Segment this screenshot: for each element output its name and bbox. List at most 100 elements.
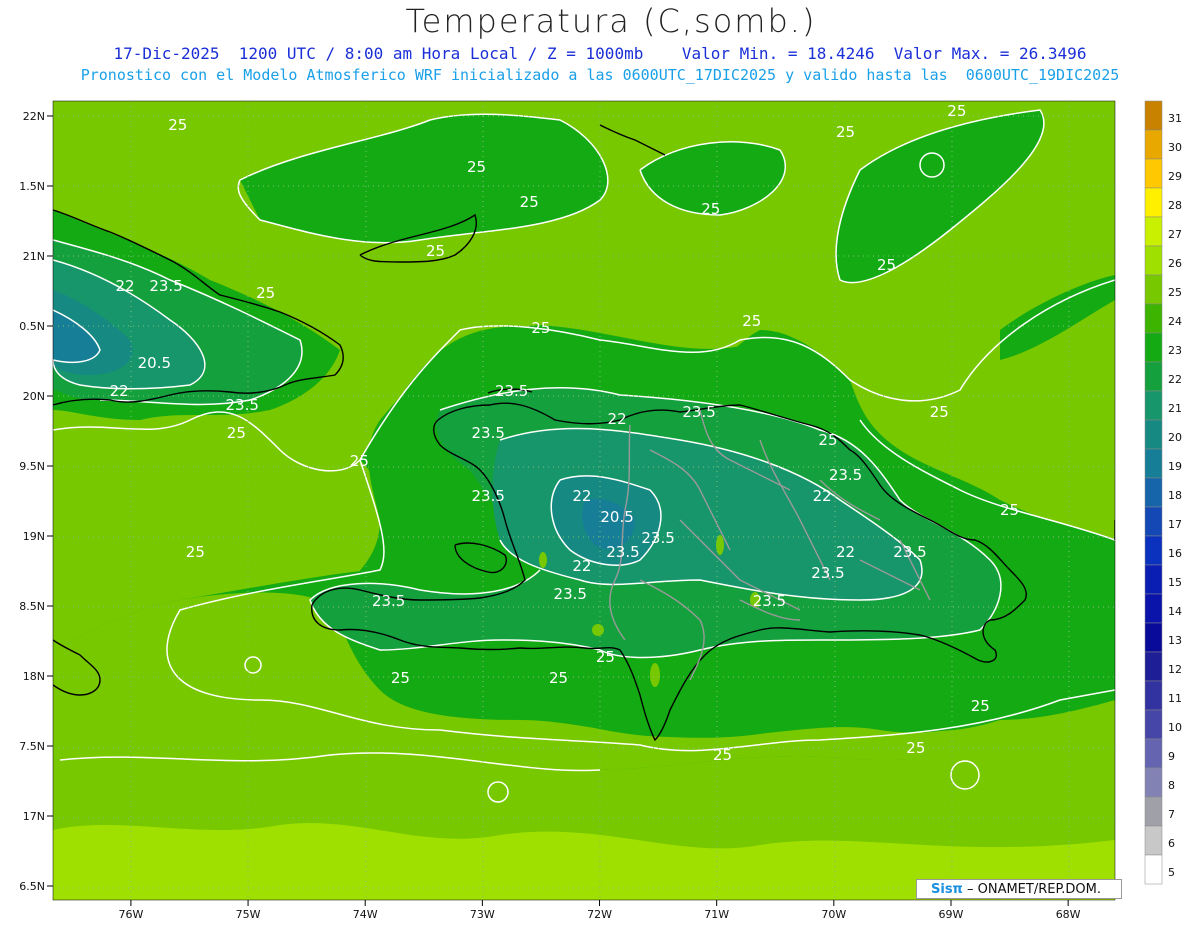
- contour-label: 25: [256, 284, 275, 302]
- contour-label: 25: [186, 543, 205, 561]
- lon-tick-label: 69W: [939, 908, 964, 921]
- legend-swatch: [1144, 187, 1163, 218]
- contour-label: 23.5: [829, 466, 862, 484]
- legend-label: 13: [1168, 634, 1182, 647]
- legend-swatch: [1144, 129, 1163, 160]
- contour-label: 20.5: [600, 508, 633, 526]
- contour-label: 25: [168, 116, 187, 134]
- legend-swatch: [1144, 854, 1163, 885]
- contour-label: 25: [520, 193, 539, 211]
- credit-text: – ONAMET/REP.DOM.: [966, 882, 1102, 897]
- legend-swatch: [1144, 216, 1163, 247]
- contour-label: 22: [836, 543, 855, 561]
- lat-tick-label: 17N: [23, 810, 45, 823]
- legend-swatch: [1144, 738, 1163, 769]
- legend-label: 28: [1168, 199, 1182, 212]
- legend-label: 23: [1168, 344, 1182, 357]
- lon-tick-label: 73W: [470, 908, 495, 921]
- contour-label: 25: [930, 403, 949, 421]
- lat-tick-label: 9.5N: [19, 460, 45, 473]
- legend-label: 24: [1168, 315, 1182, 328]
- legend-label: 19: [1168, 460, 1182, 473]
- lon-tick-label: 70W: [821, 908, 846, 921]
- contour-label: 20.5: [138, 354, 171, 372]
- legend-swatch: [1144, 593, 1163, 624]
- lat-tick-label: 20N: [23, 390, 45, 403]
- lat-tick-label: 8.5N: [19, 600, 45, 613]
- legend-label: 7: [1168, 808, 1175, 821]
- legend-swatch: [1144, 535, 1163, 566]
- legend-swatch: [1144, 303, 1163, 334]
- contour-label: 25: [701, 200, 720, 218]
- lon-tick-label: 75W: [236, 908, 261, 921]
- contour-label: 25: [467, 158, 486, 176]
- contour-label: 25: [227, 424, 246, 442]
- warm-spot: [592, 624, 604, 636]
- lon-tick-label: 74W: [353, 908, 378, 921]
- legend-swatch: [1144, 361, 1163, 392]
- contour-label: 23.5: [472, 424, 505, 442]
- contour-label: 25: [742, 312, 761, 330]
- legend-label: 22: [1168, 373, 1182, 386]
- lon-tick-label: 72W: [587, 908, 612, 921]
- legend-swatch: [1144, 506, 1163, 537]
- legend-label: 14: [1168, 605, 1182, 618]
- contour-label: 23.5: [226, 396, 259, 414]
- legend-swatch: [1144, 477, 1163, 508]
- contour-label: 25: [391, 669, 410, 687]
- latitude-axis: 22N 1.5N 21N 0.5N 20N 9.5N 19N 8.5N 18N 7.5N 17N 6.…: [19, 110, 53, 893]
- lat-tick-label: 1.5N: [19, 180, 45, 193]
- contour-label: 23.5: [641, 529, 674, 547]
- legend-label: 26: [1168, 257, 1182, 270]
- legend-label: 20: [1168, 431, 1182, 444]
- longitude-axis: 76W 75W 74W 73W 72W 71W 70W 69W 68W: [118, 900, 1081, 921]
- color-legend: 31 30 29 28 27 26 25 24 23 22 21 20 19 18 17 16 15 14 13 12…: [1144, 100, 1182, 885]
- legend-label: 30: [1168, 141, 1182, 154]
- contour-label: 23.5: [472, 487, 505, 505]
- lat-tick-label: 18N: [23, 670, 45, 683]
- lon-tick-label: 71W: [704, 908, 729, 921]
- contour-label: 25: [818, 431, 837, 449]
- contour-label: 25: [596, 648, 615, 666]
- legend-swatch: [1144, 245, 1163, 276]
- legend-swatch: [1144, 825, 1163, 856]
- contour-label: 23.5: [495, 382, 528, 400]
- contour-label: 22: [813, 487, 832, 505]
- lat-tick-label: 0.5N: [19, 320, 45, 333]
- temperature-map: 22N 1.5N 21N 0.5N 20N 9.5N 19N 8.5N 18N 7.5N 17N 6.…: [19, 100, 1182, 921]
- legend-swatch: [1144, 390, 1163, 421]
- warm-spot: [650, 663, 660, 687]
- legend-label: 16: [1168, 547, 1182, 560]
- contour-label: 25: [531, 319, 550, 337]
- legend-swatch: [1144, 796, 1163, 827]
- legend-swatch: [1144, 767, 1163, 798]
- contour-label: 23.5: [753, 592, 786, 610]
- legend-swatch: [1144, 332, 1163, 363]
- legend-swatch: [1144, 158, 1163, 189]
- contour-label: 25: [426, 242, 445, 260]
- legend-label: 17: [1168, 518, 1182, 531]
- contour-label: 25: [971, 697, 990, 715]
- contour-label: 23.5: [372, 592, 405, 610]
- legend-swatch: [1144, 709, 1163, 740]
- lat-tick-label: 7.5N: [19, 740, 45, 753]
- legend-label: 10: [1168, 721, 1182, 734]
- legend-label: 8: [1168, 779, 1175, 792]
- legend-label: 21: [1168, 402, 1182, 415]
- contour-label: 25: [836, 123, 855, 141]
- lat-tick-label: 19N: [23, 530, 45, 543]
- lat-tick-label: 21N: [23, 250, 45, 263]
- legend-label: 5: [1168, 866, 1175, 879]
- contour-label: 22: [572, 487, 591, 505]
- contour-label: 23.5: [811, 564, 844, 582]
- legend-swatch: [1144, 419, 1163, 450]
- contour-label: 22: [608, 410, 627, 428]
- lat-tick-label: 22N: [23, 110, 45, 123]
- contour-label: 23.5: [606, 543, 639, 561]
- contour-label: 23.5: [682, 403, 715, 421]
- legend-label: 11: [1168, 692, 1182, 705]
- contour-label: 25: [549, 669, 568, 687]
- legend-label: 29: [1168, 170, 1182, 183]
- legend-swatch: [1144, 100, 1163, 131]
- sispi-logo: Sisπ: [931, 882, 963, 897]
